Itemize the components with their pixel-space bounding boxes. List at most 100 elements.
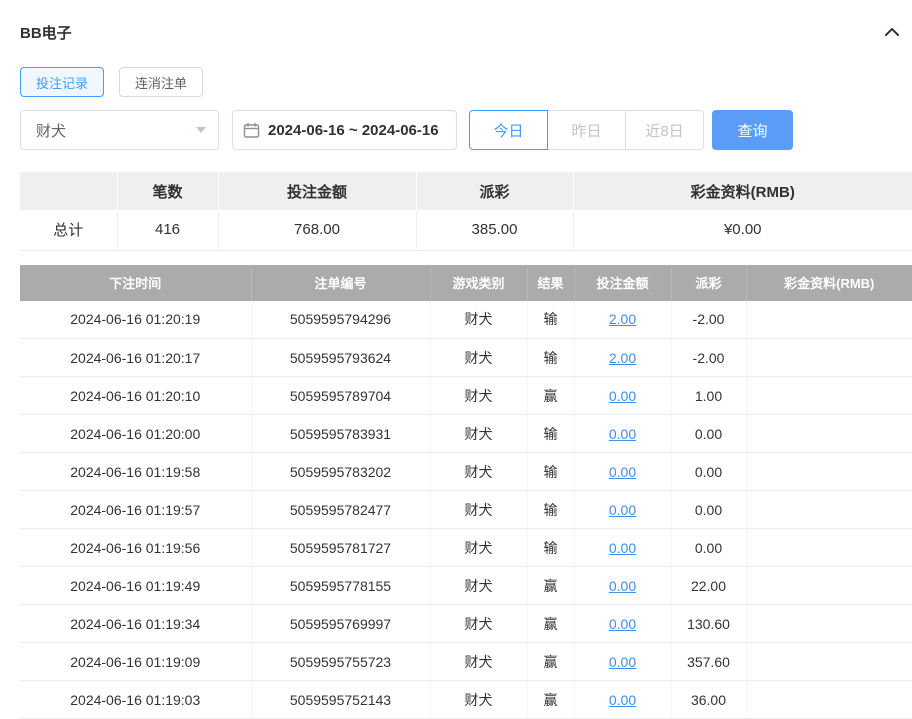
bet-amount-cell: 0.00 bbox=[574, 377, 671, 415]
header-game-type: 游戏类别 bbox=[430, 265, 527, 301]
collapse-button[interactable] bbox=[882, 25, 902, 39]
tab-bar: 投注记录 连消注单 bbox=[20, 67, 912, 97]
query-button[interactable]: 查询 bbox=[712, 110, 793, 150]
game-type-cell: 财犬 bbox=[430, 643, 527, 681]
bet-amount-cell: 0.00 bbox=[574, 643, 671, 681]
bet-amount-link[interactable]: 0.00 bbox=[609, 692, 636, 708]
bet-records-panel: BB电子 投注记录 连消注单 财犬 2024-06-16 ~ 2024-06-1… bbox=[0, 0, 912, 719]
bet-amount-link[interactable]: 0.00 bbox=[609, 502, 636, 518]
tab-cancel-orders[interactable]: 连消注单 bbox=[119, 67, 203, 97]
game-type-cell: 财犬 bbox=[430, 339, 527, 377]
summary-table: 笔数 投注金额 派彩 彩金资料(RMB) 总计 416 768.00 385.0… bbox=[20, 172, 912, 251]
bet-time-cell: 2024-06-16 01:19:34 bbox=[20, 605, 251, 643]
game-type-cell: 财犬 bbox=[430, 529, 527, 567]
order-number-cell: 5059595769997 bbox=[251, 605, 430, 643]
result-cell: 输 bbox=[527, 491, 574, 529]
result-cell: 输 bbox=[527, 301, 574, 339]
summary-header-row: 笔数 投注金额 派彩 彩金资料(RMB) bbox=[20, 172, 912, 210]
quick-date-group: 今日 昨日 近8日 bbox=[469, 110, 704, 150]
payout-cell: -2.00 bbox=[671, 301, 746, 339]
bonus-cell bbox=[746, 339, 912, 377]
quick-last8days-button[interactable]: 近8日 bbox=[625, 110, 704, 150]
bet-time-cell: 2024-06-16 01:19:58 bbox=[20, 453, 251, 491]
bet-amount-cell: 2.00 bbox=[574, 301, 671, 339]
game-select[interactable]: 财犬 bbox=[20, 110, 219, 150]
bonus-cell bbox=[746, 415, 912, 453]
bet-amount-link[interactable]: 0.00 bbox=[609, 578, 636, 594]
bet-amount-link[interactable]: 2.00 bbox=[609, 350, 636, 366]
bet-amount-link[interactable]: 0.00 bbox=[609, 540, 636, 556]
order-number-cell: 5059595781727 bbox=[251, 529, 430, 567]
table-row: 2024-06-16 01:20:00 5059595783931 财犬 输 0… bbox=[20, 415, 912, 453]
page-title: BB电子 bbox=[20, 22, 72, 43]
order-number-cell: 5059595783202 bbox=[251, 453, 430, 491]
payout-cell: 0.00 bbox=[671, 415, 746, 453]
bet-amount-cell: 0.00 bbox=[574, 567, 671, 605]
tab-bet-records[interactable]: 投注记录 bbox=[20, 67, 104, 97]
order-number-cell: 5059595752143 bbox=[251, 681, 430, 719]
result-cell: 赢 bbox=[527, 605, 574, 643]
bet-amount-cell: 0.00 bbox=[574, 681, 671, 719]
bet-time-cell: 2024-06-16 01:19:56 bbox=[20, 529, 251, 567]
bet-table-header-row: 下注时间 注单编号 游戏类别 结果 投注金额 派彩 彩金资料(RMB) bbox=[20, 265, 912, 301]
header-bonus: 彩金资料(RMB) bbox=[746, 265, 912, 301]
order-number-cell: 5059595789704 bbox=[251, 377, 430, 415]
summary-header-bet-amount: 投注金额 bbox=[218, 172, 416, 210]
payout-cell: 357.60 bbox=[671, 643, 746, 681]
table-row: 2024-06-16 01:19:49 5059595778155 财犬 赢 0… bbox=[20, 567, 912, 605]
bet-time-cell: 2024-06-16 01:20:17 bbox=[20, 339, 251, 377]
bet-amount-link[interactable]: 2.00 bbox=[609, 311, 636, 327]
payout-cell: 0.00 bbox=[671, 453, 746, 491]
game-type-cell: 财犬 bbox=[430, 605, 527, 643]
table-row: 2024-06-16 01:19:09 5059595755723 财犬 赢 0… bbox=[20, 643, 912, 681]
table-row: 2024-06-16 01:20:10 5059595789704 财犬 赢 0… bbox=[20, 377, 912, 415]
header-payout: 派彩 bbox=[671, 265, 746, 301]
bet-time-cell: 2024-06-16 01:20:10 bbox=[20, 377, 251, 415]
table-row: 2024-06-16 01:20:17 5059595793624 财犬 输 2… bbox=[20, 339, 912, 377]
bet-time-cell: 2024-06-16 01:20:00 bbox=[20, 415, 251, 453]
panel-header: BB电子 bbox=[20, 0, 912, 42]
table-row: 2024-06-16 01:19:56 5059595781727 财犬 输 0… bbox=[20, 529, 912, 567]
payout-cell: 22.00 bbox=[671, 567, 746, 605]
table-row: 2024-06-16 01:19:58 5059595783202 财犬 输 0… bbox=[20, 453, 912, 491]
payout-cell: -2.00 bbox=[671, 339, 746, 377]
bet-time-cell: 2024-06-16 01:19:49 bbox=[20, 567, 251, 605]
bet-amount-link[interactable]: 0.00 bbox=[609, 616, 636, 632]
payout-cell: 36.00 bbox=[671, 681, 746, 719]
quick-today-button[interactable]: 今日 bbox=[469, 110, 548, 150]
bet-amount-link[interactable]: 0.00 bbox=[609, 426, 636, 442]
summary-total-payout: 385.00 bbox=[416, 210, 573, 250]
game-type-cell: 财犬 bbox=[430, 453, 527, 491]
bet-amount-link[interactable]: 0.00 bbox=[609, 654, 636, 670]
table-row: 2024-06-16 01:19:03 5059595752143 财犬 赢 0… bbox=[20, 681, 912, 719]
bet-amount-link[interactable]: 0.00 bbox=[609, 464, 636, 480]
calendar-icon bbox=[243, 122, 260, 139]
payout-cell: 0.00 bbox=[671, 529, 746, 567]
result-cell: 输 bbox=[527, 415, 574, 453]
table-row: 2024-06-16 01:19:34 5059595769997 财犬 赢 0… bbox=[20, 605, 912, 643]
summary-header-payout: 派彩 bbox=[416, 172, 573, 210]
bet-amount-cell: 0.00 bbox=[574, 415, 671, 453]
summary-total-label: 总计 bbox=[20, 210, 117, 250]
quick-yesterday-button[interactable]: 昨日 bbox=[547, 110, 626, 150]
result-cell: 赢 bbox=[527, 567, 574, 605]
game-type-cell: 财犬 bbox=[430, 567, 527, 605]
summary-total-bonus: ¥0.00 bbox=[573, 210, 912, 250]
bonus-cell bbox=[746, 681, 912, 719]
date-range-value: 2024-06-16 ~ 2024-06-16 bbox=[268, 122, 439, 139]
bonus-cell bbox=[746, 377, 912, 415]
payout-cell: 130.60 bbox=[671, 605, 746, 643]
result-cell: 赢 bbox=[527, 377, 574, 415]
bet-table-body: 2024-06-16 01:20:19 5059595794296 财犬 输 2… bbox=[20, 301, 912, 719]
date-range-input[interactable]: 2024-06-16 ~ 2024-06-16 bbox=[232, 110, 457, 150]
result-cell: 输 bbox=[527, 339, 574, 377]
result-cell: 输 bbox=[527, 453, 574, 491]
header-result: 结果 bbox=[527, 265, 574, 301]
result-cell: 赢 bbox=[527, 681, 574, 719]
bet-time-cell: 2024-06-16 01:19:03 bbox=[20, 681, 251, 719]
bet-time-cell: 2024-06-16 01:19:57 bbox=[20, 491, 251, 529]
bet-amount-cell: 0.00 bbox=[574, 605, 671, 643]
result-cell: 赢 bbox=[527, 643, 574, 681]
bet-amount-link[interactable]: 0.00 bbox=[609, 388, 636, 404]
bet-amount-cell: 0.00 bbox=[574, 491, 671, 529]
